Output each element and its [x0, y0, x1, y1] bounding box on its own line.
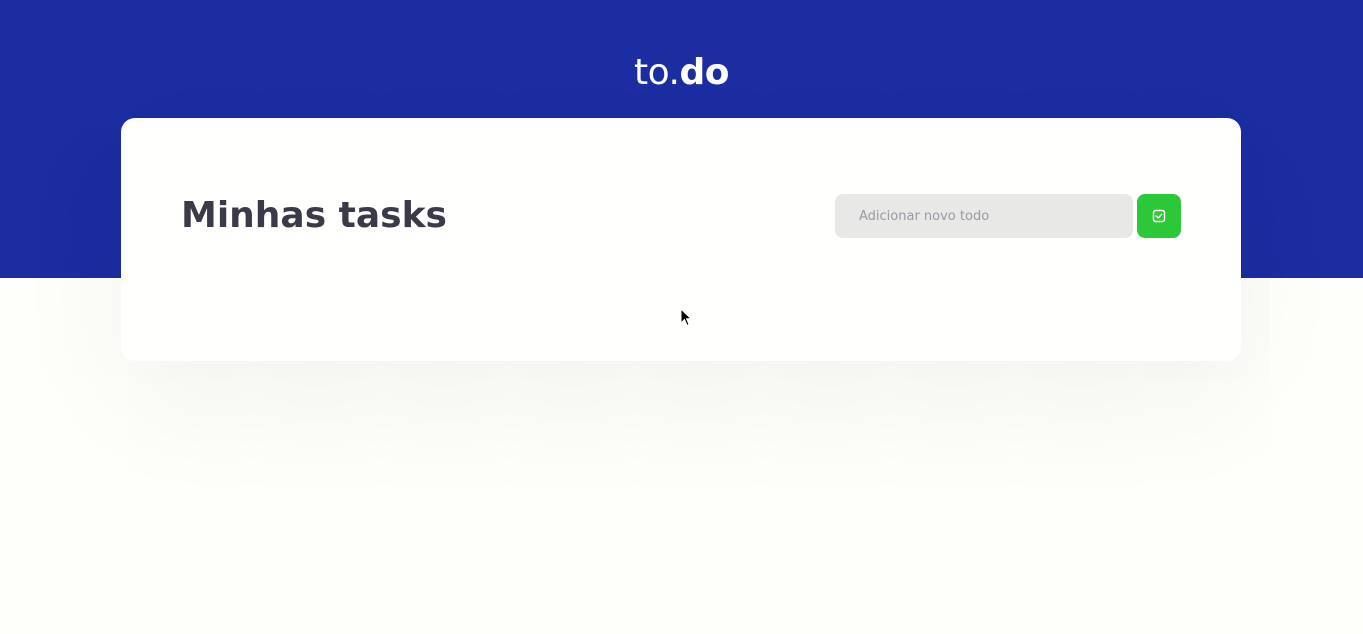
- logo-light-text: to.: [634, 52, 680, 93]
- app-logo: to.do: [0, 50, 1363, 96]
- page-title: Minhas tasks: [181, 195, 447, 236]
- new-todo-input[interactable]: [835, 194, 1133, 238]
- check-square-icon: [1152, 209, 1166, 223]
- add-todo-button[interactable]: [1137, 194, 1181, 238]
- logo-bold-text: do: [679, 52, 729, 93]
- mouse-cursor-icon: [680, 307, 693, 331]
